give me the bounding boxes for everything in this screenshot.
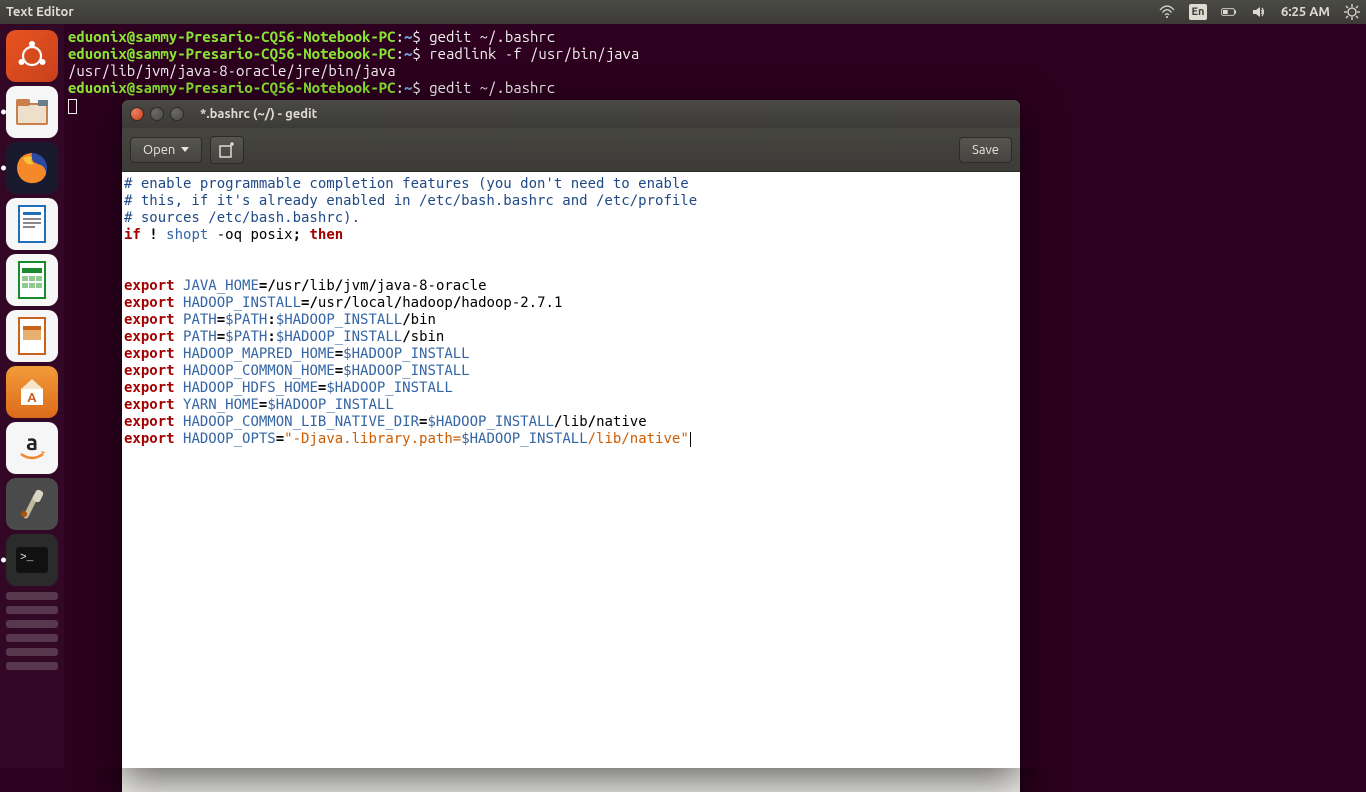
gedit-titlebar[interactable]: *.bashrc (~/) - gedit bbox=[122, 100, 1020, 128]
window-minimize-button[interactable] bbox=[150, 107, 164, 121]
open-button[interactable]: Open bbox=[130, 137, 202, 163]
system-tray: En 6:25 AM bbox=[1159, 4, 1360, 20]
wifi-icon[interactable] bbox=[1159, 4, 1175, 20]
launcher-firefox[interactable] bbox=[6, 142, 58, 194]
launcher-stack bbox=[6, 592, 58, 600]
editor-textarea[interactable]: # enable programmable completion feature… bbox=[122, 172, 1020, 768]
launcher-stack bbox=[6, 620, 58, 628]
gedit-window-title: *.bashrc (~/) - gedit bbox=[200, 107, 317, 121]
launcher-software[interactable]: A bbox=[6, 366, 58, 418]
launcher-stack bbox=[6, 662, 58, 670]
terminal-cursor bbox=[68, 99, 77, 114]
launcher-amazon[interactable]: a bbox=[6, 422, 58, 474]
launcher-impress[interactable] bbox=[6, 310, 58, 362]
launcher-stack bbox=[6, 648, 58, 656]
svg-text:>_: >_ bbox=[20, 552, 34, 564]
top-menu-bar: Text Editor En 6:25 AM bbox=[0, 0, 1366, 24]
editor-cursor bbox=[690, 432, 691, 447]
launcher-files[interactable] bbox=[6, 86, 58, 138]
window-maximize-button[interactable] bbox=[170, 107, 184, 121]
keyboard-layout-indicator[interactable]: En bbox=[1189, 4, 1207, 20]
chevron-down-icon bbox=[181, 147, 189, 152]
svg-text:A: A bbox=[27, 391, 37, 405]
volume-icon[interactable] bbox=[1251, 4, 1267, 20]
gedit-toolbar: Open Save bbox=[122, 128, 1020, 172]
svg-text:a: a bbox=[26, 430, 38, 455]
unity-launcher: A a >_ bbox=[0, 24, 64, 768]
battery-icon[interactable] bbox=[1221, 4, 1237, 20]
new-tab-button[interactable] bbox=[210, 136, 244, 164]
open-button-label: Open bbox=[143, 143, 175, 157]
session-gear-icon[interactable] bbox=[1344, 4, 1360, 20]
launcher-terminal[interactable]: >_ bbox=[6, 534, 58, 586]
app-menu-title[interactable]: Text Editor bbox=[6, 5, 74, 19]
window-close-button[interactable] bbox=[130, 107, 144, 121]
launcher-calc[interactable] bbox=[6, 254, 58, 306]
save-button-label: Save bbox=[972, 143, 999, 157]
launcher-stack bbox=[6, 634, 58, 642]
launcher-settings[interactable] bbox=[6, 478, 58, 530]
clock[interactable]: 6:25 AM bbox=[1281, 5, 1330, 19]
launcher-stack bbox=[6, 606, 58, 614]
save-button[interactable]: Save bbox=[959, 137, 1012, 163]
launcher-dash[interactable] bbox=[6, 30, 58, 82]
gedit-window: *.bashrc (~/) - gedit Open Save # enable… bbox=[122, 100, 1020, 768]
launcher-writer[interactable] bbox=[6, 198, 58, 250]
